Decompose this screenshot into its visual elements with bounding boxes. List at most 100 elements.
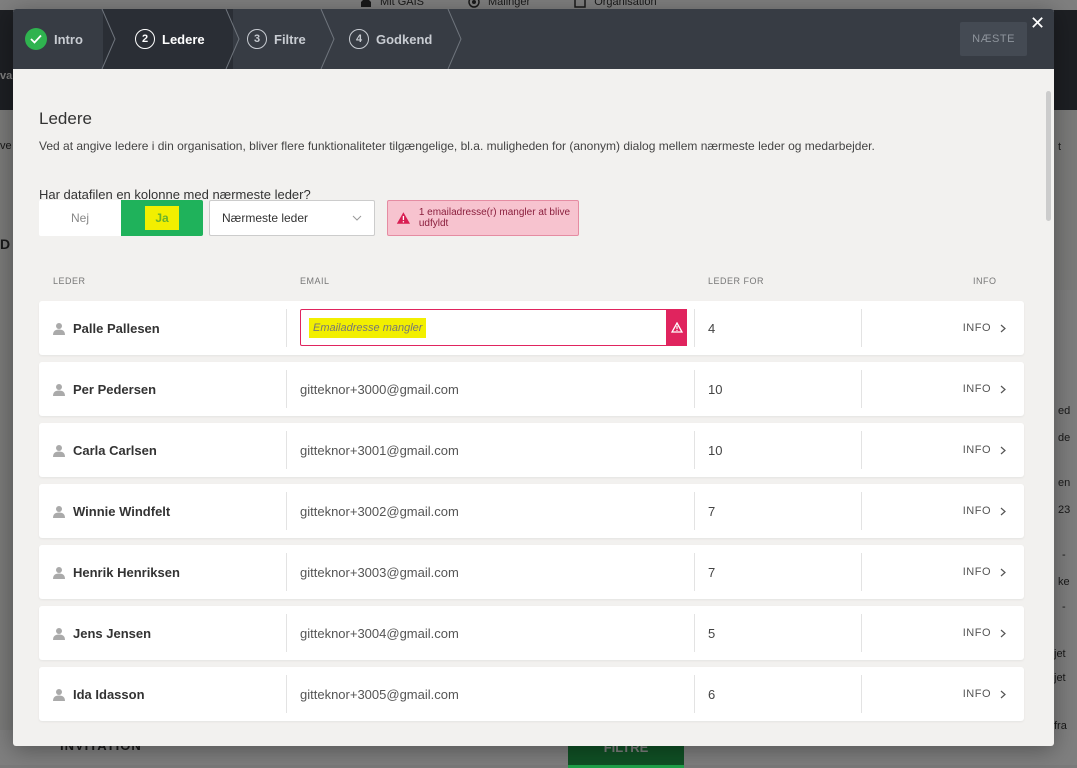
step-ledere[interactable]: 2 Ledere (135, 9, 205, 69)
step-godkend[interactable]: 4 Godkend (349, 9, 432, 69)
yes-button[interactable]: Ja (121, 200, 203, 236)
column-divider (694, 553, 695, 591)
email-cell[interactable]: gitteknor+3005@gmail.com (300, 667, 459, 721)
chevron-down-icon (352, 215, 362, 221)
column-header-email: EMAIL (300, 276, 330, 286)
column-divider (286, 553, 287, 591)
user-icon (53, 688, 65, 701)
info-label: INFO (962, 444, 991, 456)
chevron-right-icon (1000, 324, 1006, 332)
step-divider-icon (225, 9, 240, 69)
table-row: Ida Idasson gitteknor+3005@gmail.com 6 I… (39, 667, 1024, 721)
step-intro[interactable]: Intro (25, 9, 83, 69)
leader-for-count: 7 (708, 564, 716, 580)
warning-icon (666, 309, 687, 346)
page-title: Ledere (39, 109, 92, 128)
column-divider (861, 614, 862, 652)
step-number: 3 (247, 29, 267, 49)
leader-for-count: 10 (708, 381, 723, 397)
column-divider (694, 492, 695, 530)
column-divider (286, 492, 287, 530)
info-button[interactable]: INFO (963, 362, 1006, 416)
step-divider-icon (101, 9, 116, 69)
missing-email-alert: 1 emailadresse(r) mangler at blive udfyl… (387, 200, 579, 236)
has-leader-toggle: Nej Ja (39, 200, 203, 236)
step-divider-icon (447, 9, 462, 69)
email-cell[interactable]: gitteknor+3002@gmail.com (300, 484, 459, 538)
column-divider (861, 675, 862, 713)
info-button[interactable]: INFO (963, 545, 1006, 599)
email-input[interactable]: Emailadresse mangler (300, 309, 687, 346)
next-button[interactable]: NÆSTE (960, 22, 1027, 56)
chevron-right-icon (1000, 385, 1006, 393)
info-button[interactable]: INFO (963, 667, 1006, 721)
alert-text: 1 emailadresse(r) mangler at blive udfyl… (418, 207, 570, 229)
leader-for-count: 7 (708, 503, 716, 519)
yes-label: Ja (145, 206, 179, 230)
leader-for-count: 5 (708, 625, 716, 641)
leader-name: Winnie Windfelt (73, 503, 171, 519)
user-icon (53, 566, 65, 579)
info-label: INFO (962, 322, 991, 334)
chevron-right-icon (1000, 629, 1006, 637)
wizard-header: Intro 2 Ledere 3 Filtre 4 Godkend NÆSTE … (13, 9, 1054, 69)
table-row: Jens Jensen gitteknor+3004@gmail.com 5 I… (39, 606, 1024, 660)
step-label: Godkend (376, 31, 433, 47)
leader-name: Per Pedersen (73, 381, 157, 397)
email-cell[interactable]: gitteknor+3003@gmail.com (300, 545, 459, 599)
leader-name: Ida Idasson (73, 686, 145, 702)
user-icon (53, 505, 65, 518)
column-divider (861, 553, 862, 591)
info-button[interactable]: INFO (963, 484, 1006, 538)
leader-name-cell: Ida Idasson (53, 667, 145, 721)
table-row: Palle Pallesen Emailadresse mangler 4 IN… (39, 301, 1024, 355)
info-button[interactable]: INFO (963, 606, 1006, 660)
email-cell[interactable]: gitteknor+3004@gmail.com (300, 606, 459, 660)
info-label: INFO (962, 505, 991, 517)
leader-name: Henrik Henriksen (73, 564, 180, 580)
leader-for-count: 6 (708, 686, 716, 702)
email-placeholder: Emailadresse mangler (309, 317, 427, 338)
column-header-leader-for: LEDER FOR (708, 276, 765, 286)
description-text: Ved at angive ledere i din organisation,… (39, 139, 875, 153)
step-filtre[interactable]: 3 Filtre (247, 9, 306, 69)
column-divider (694, 431, 695, 469)
column-divider (694, 614, 695, 652)
leader-name-cell: Jens Jensen (53, 606, 151, 660)
info-label: INFO (962, 566, 991, 578)
column-header-leader: LEDER (53, 276, 86, 286)
close-icon[interactable]: ✕ (1030, 13, 1045, 33)
no-button[interactable]: Nej (39, 200, 121, 236)
user-icon (53, 383, 65, 396)
chevron-right-icon (1000, 446, 1006, 454)
step-number: 2 (135, 29, 155, 49)
leader-name: Carla Carlsen (73, 442, 157, 458)
info-button[interactable]: INFO (963, 423, 1006, 477)
column-header-info: INFO (973, 276, 997, 286)
table-row: Per Pedersen gitteknor+3000@gmail.com 10… (39, 362, 1024, 416)
scrollbar[interactable] (1046, 91, 1051, 221)
leader-for-count: 10 (708, 442, 723, 458)
column-divider (286, 309, 287, 347)
leader-name: Palle Pallesen (73, 320, 160, 336)
info-button[interactable]: INFO (963, 301, 1006, 355)
column-divider (286, 614, 287, 652)
table-row: Henrik Henriksen gitteknor+3003@gmail.co… (39, 545, 1024, 599)
step-label: Filtre (274, 31, 306, 47)
column-divider (694, 309, 695, 347)
info-label: INFO (962, 383, 991, 395)
user-icon (53, 444, 65, 457)
check-icon (25, 28, 47, 50)
column-divider (861, 370, 862, 408)
email-cell[interactable]: gitteknor+3000@gmail.com (300, 362, 459, 416)
column-divider (286, 370, 287, 408)
column-divider (861, 309, 862, 347)
info-label: INFO (962, 627, 991, 639)
column-divider (694, 370, 695, 408)
leader-column-select[interactable]: Nærmeste leder (209, 200, 375, 236)
leader-name-cell: Palle Pallesen (53, 301, 160, 355)
user-icon (53, 322, 65, 335)
column-divider (861, 431, 862, 469)
leader-name-cell: Carla Carlsen (53, 423, 157, 477)
email-cell[interactable]: gitteknor+3001@gmail.com (300, 423, 459, 477)
